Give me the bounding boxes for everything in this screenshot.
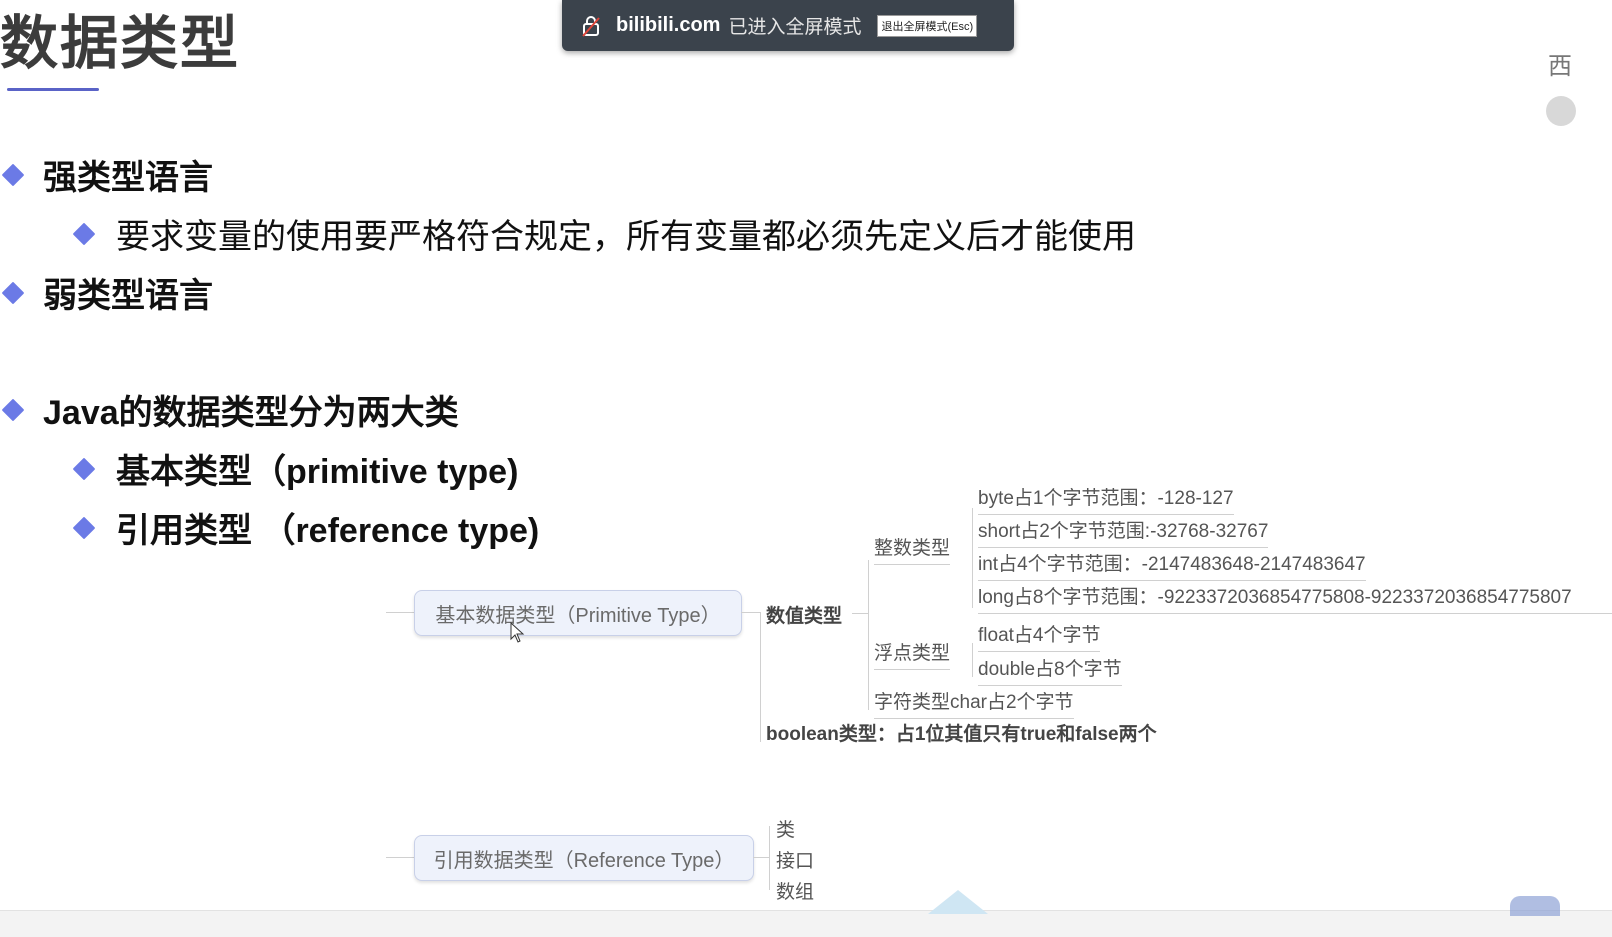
mindmap-connector <box>769 826 770 890</box>
fullscreen-toast: bilibili.com 已进入全屏模式 退出全屏模式(Esc) <box>562 0 1014 51</box>
bullet-weak-typed: 弱类型语言 <box>1 268 213 317</box>
mouse-pointer-icon <box>510 622 525 643</box>
mindmap-connector <box>972 643 973 677</box>
toast-message: 已进入全屏模式 <box>728 17 862 38</box>
bullet-primitive-type-label: 基本类型（primitive type) <box>116 453 519 491</box>
mindmap-connector <box>741 612 761 613</box>
mindmap-reference-root-label: 引用数据类型（Reference Type） <box>433 849 735 872</box>
mindmap-connector <box>753 857 769 858</box>
edge-partial-text: 西 <box>1548 53 1572 80</box>
exit-fullscreen-button[interactable]: 退出全屏模式(Esc) <box>877 14 978 37</box>
mindmap-float: float占4个字节 <box>978 620 1101 652</box>
diamond-bullet-icon <box>72 457 96 480</box>
bullet-strong-typed-detail-label: 要求变量的使用要严格符合规定，所有变量都必须先定义后才能使用 <box>116 218 1136 256</box>
bullet-java-types: Java的数据类型分为两大类 <box>1 385 459 434</box>
diamond-bullet-icon <box>1 398 25 421</box>
lock-icon <box>582 15 600 37</box>
mindmap-connector <box>868 560 869 710</box>
toast-site: bilibili.com <box>616 14 721 36</box>
mindmap-long: long占8个字节范围：-9223372036854775808-9223372… <box>978 582 1612 614</box>
mindmap-int: int占4个字节范围：-2147483648-2147483647 <box>978 549 1366 581</box>
mindmap-ref-class: 类 <box>776 820 796 841</box>
mindmap-numeric: 数值类型 <box>766 606 843 627</box>
mindmap-float-group: 浮点类型 <box>874 638 951 670</box>
mindmap-boolean: boolean类型：占1位其值只有true和false两个 <box>766 724 1157 745</box>
mindmap-connector <box>760 612 761 742</box>
bullet-weak-typed-label: 弱类型语言 <box>43 277 213 315</box>
slide-title: 数据类型 <box>0 9 241 77</box>
mindmap-ref-array: 数组 <box>776 882 815 903</box>
mindmap-byte: byte占1个字节范围：-128-127 <box>978 483 1234 515</box>
mindmap-primitive-root: 基本数据类型（Primitive Type） <box>414 590 742 636</box>
bullet-strong-typed: 强类型语言 <box>1 150 213 199</box>
bullet-reference-type: 引用类型 （reference type) <box>72 503 540 552</box>
mindmap-reference-root: 引用数据类型（Reference Type） <box>414 835 754 881</box>
mindmap-connector <box>852 613 868 614</box>
mindmap-short: short占2个字节范围:-32768-32767 <box>978 516 1269 548</box>
mindmap-connector <box>386 857 414 858</box>
bullet-primitive-type: 基本类型（primitive type) <box>72 444 519 493</box>
bottom-decoration <box>928 890 988 914</box>
bullet-strong-typed-detail: 要求变量的使用要严格符合规定，所有变量都必须先定义后才能使用 <box>72 209 1136 258</box>
diamond-bullet-icon <box>72 516 96 539</box>
mindmap-double: double占8个字节 <box>978 654 1122 686</box>
bullet-reference-type-label: 引用类型 （reference type) <box>116 512 540 550</box>
mindmap-integer: 整数类型 <box>874 533 951 565</box>
mindmap-connector <box>386 612 414 613</box>
diamond-bullet-icon <box>1 281 25 304</box>
title-underline <box>7 88 99 91</box>
diamond-bullet-icon <box>72 222 96 245</box>
bottom-strip <box>0 910 1612 937</box>
mindmap-primitive-root-label: 基本数据类型（Primitive Type） <box>435 604 721 627</box>
mindmap-char: 字符类型char占2个字节 <box>874 687 1074 719</box>
bullet-java-types-label: Java的数据类型分为两大类 <box>43 394 459 432</box>
mindmap-connector <box>972 508 973 608</box>
edge-partial-button[interactable] <box>1546 96 1576 126</box>
mindmap-long-clip: long占8个字节范围：-9223372036854775808-9223372… <box>978 582 1612 614</box>
diamond-bullet-icon <box>1 163 25 186</box>
bottom-partial-icon <box>1510 896 1560 916</box>
bullet-strong-typed-label: 强类型语言 <box>43 159 213 197</box>
mindmap-ref-interface: 接口 <box>776 851 815 872</box>
